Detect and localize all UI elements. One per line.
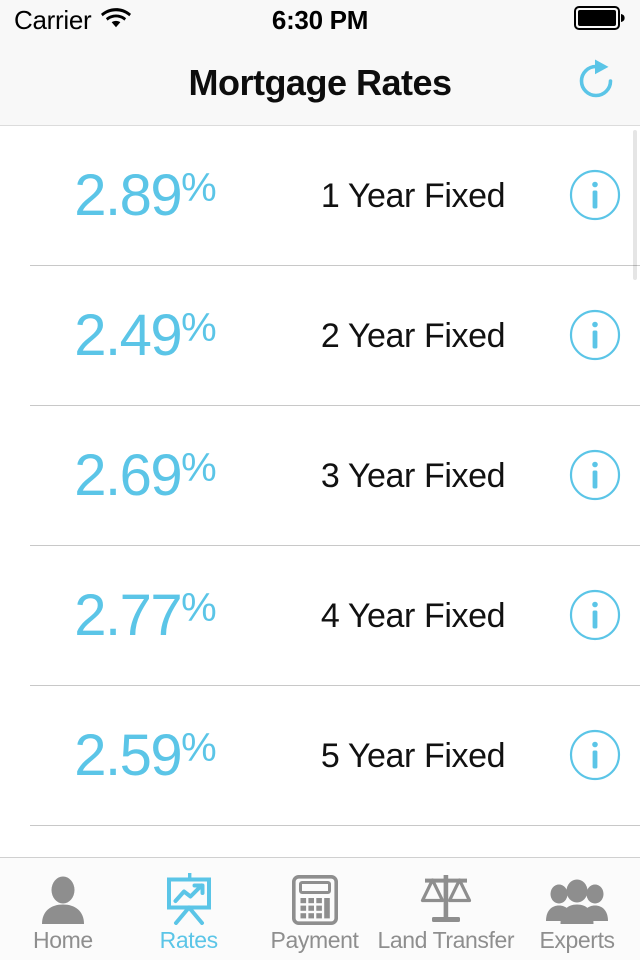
percent-sign: %	[181, 726, 217, 770]
scrollbar[interactable]	[633, 130, 637, 280]
page-title: Mortgage Rates	[188, 61, 452, 103]
rates-list[interactable]: 2.89% 1 Year Fixed 2.49% 2 Year Fixed 2.…	[0, 126, 640, 857]
tab-home[interactable]: Home	[0, 858, 126, 960]
rate-value: 2.89%	[0, 167, 290, 225]
rate-term-label: 2 Year Fixed	[320, 316, 506, 355]
tab-rates[interactable]: Rates	[126, 858, 252, 960]
table-row[interactable]: 2.89% 1 Year Fixed	[0, 126, 640, 266]
table-row[interactable]: 2.69% 3 Year Fixed	[0, 406, 640, 546]
info-circle-icon	[568, 448, 622, 505]
tab-bar: Home Rates Payment Land Transfer Experts	[0, 857, 640, 960]
carrier-label: Carrier	[14, 5, 92, 35]
rate-value: 2.59%	[0, 727, 290, 785]
tab-payment[interactable]: Payment	[252, 858, 378, 960]
rate-number: 2.89	[74, 163, 182, 228]
rate-value: 2.77%	[0, 587, 290, 645]
tab-label: Experts	[539, 926, 615, 953]
rate-number: 2.49	[74, 303, 182, 368]
battery-full-icon	[574, 5, 626, 36]
percent-sign: %	[181, 586, 217, 630]
people-group-icon	[546, 873, 609, 925]
info-button[interactable]	[558, 159, 632, 233]
info-circle-icon	[568, 588, 622, 645]
refresh-icon	[572, 57, 620, 108]
status-bar-left: Carrier	[14, 5, 132, 35]
tab-label: Rates	[159, 926, 218, 953]
info-button[interactable]	[558, 439, 632, 513]
info-circle-icon	[568, 728, 622, 785]
rate-number: 2.77	[74, 583, 182, 648]
table-row[interactable]: 2.77% 4 Year Fixed	[0, 546, 640, 686]
tab-label: Payment	[270, 926, 359, 953]
table-row[interactable]: 2.49% 2 Year Fixed	[0, 266, 640, 406]
rate-number: 2.59	[74, 723, 182, 788]
presentation-chart-icon	[162, 872, 216, 925]
rate-term-label: 1 Year Fixed	[320, 176, 506, 215]
rate-term-label: 5 Year Fixed	[320, 736, 506, 775]
rate-term-label: 4 Year Fixed	[320, 596, 506, 635]
info-circle-icon	[568, 308, 622, 365]
tab-land-transfer[interactable]: Land Transfer	[377, 858, 515, 960]
rate-value: 2.49%	[0, 307, 290, 365]
tab-experts[interactable]: Experts	[514, 858, 640, 960]
info-button[interactable]	[558, 299, 632, 373]
percent-sign: %	[181, 446, 217, 490]
info-circle-icon	[568, 168, 622, 225]
percent-sign: %	[181, 306, 217, 350]
tab-label: Home	[33, 926, 93, 953]
info-button[interactable]	[558, 719, 632, 793]
person-icon	[37, 873, 89, 925]
info-button[interactable]	[558, 579, 632, 653]
rate-term-label: 3 Year Fixed	[320, 456, 506, 495]
table-row[interactable]: 2.59% 5 Year Fixed	[0, 686, 640, 826]
app-screen: Carrier 6:30 PM Mortgage Rates 2.89% 1 Y…	[0, 0, 640, 960]
rate-value: 2.69%	[0, 447, 290, 505]
status-bar: Carrier 6:30 PM	[0, 0, 640, 40]
navigation-bar: Mortgage Rates	[0, 40, 640, 126]
tab-label: Land Transfer	[377, 926, 515, 953]
percent-sign: %	[181, 166, 217, 210]
rate-number: 2.69	[74, 443, 182, 508]
calculator-icon	[291, 873, 338, 925]
status-bar-right	[574, 5, 626, 36]
scales-icon	[419, 873, 473, 925]
refresh-button[interactable]	[568, 55, 624, 111]
wifi-icon	[101, 7, 132, 34]
